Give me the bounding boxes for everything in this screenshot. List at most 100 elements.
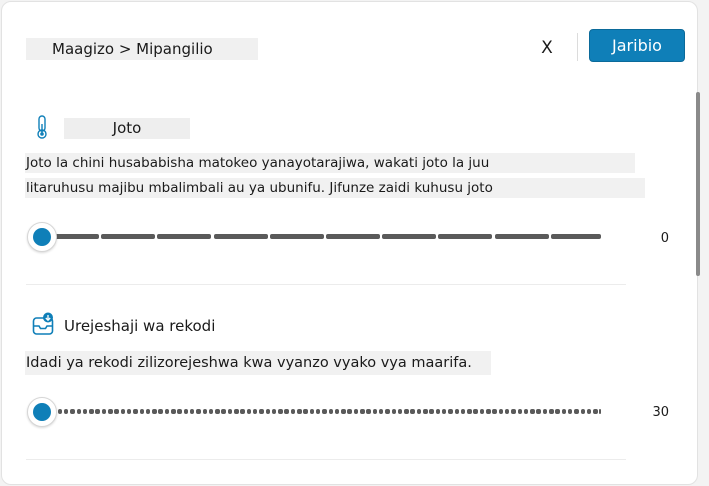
slider-track-segment <box>492 409 497 414</box>
slider-track-segment <box>382 234 437 239</box>
slider-track-segment <box>555 409 560 414</box>
slider-track-segment <box>158 409 163 414</box>
slider-track-segment <box>303 409 308 414</box>
slider-track-segment <box>322 409 327 414</box>
slider-track-segment <box>486 409 491 414</box>
slider-track-segment <box>76 409 81 414</box>
slider-track-segment <box>246 409 252 414</box>
slider-track-segment <box>108 409 113 414</box>
slider-track-segment <box>227 409 233 414</box>
records-slider[interactable] <box>27 397 602 427</box>
slider-track-segment <box>126 409 132 414</box>
slider-track-segment <box>530 409 535 414</box>
slider-track-segment <box>215 409 220 414</box>
slider-track-segment <box>441 409 447 414</box>
slider-track-segment <box>385 409 390 414</box>
slider-track-segment <box>202 409 207 414</box>
slider-track-segment <box>82 409 88 414</box>
slider-track-segment <box>549 409 554 414</box>
slider-track-segment <box>347 409 352 414</box>
slider-track-segment <box>309 409 315 414</box>
settings-panel: Maagizo > Mipangilio X Jaribio Joto Joto… <box>1 1 700 485</box>
slider-track-segment <box>164 409 170 414</box>
slider-track-segment <box>498 409 504 414</box>
slider-thumb[interactable] <box>27 397 57 427</box>
slider-track-segment <box>423 409 428 414</box>
slider-track-segment <box>114 409 119 414</box>
slider-track-segment <box>550 234 601 239</box>
slider-track-segment <box>429 409 434 414</box>
slider-track-segment <box>171 409 176 414</box>
slider-track-segment <box>561 409 567 414</box>
slider-track-segment <box>504 409 510 414</box>
slider-track-segment <box>152 409 157 414</box>
slider-track-segment <box>328 409 333 414</box>
slider-track-segment <box>297 409 302 414</box>
breadcrumb: Maagizo > Mipangilio <box>26 38 258 60</box>
slider-track-segment <box>366 409 371 414</box>
slider-thumb-dot <box>33 228 51 246</box>
slider-track-segment <box>157 234 212 239</box>
slider-track-segment <box>120 409 126 414</box>
slider-track-segment <box>574 409 579 414</box>
slider-track-segment <box>517 409 522 414</box>
records-download-icon <box>32 312 54 335</box>
slider-thumb-dot <box>33 403 51 421</box>
slider-track-segment <box>460 409 466 414</box>
slider-track-segment <box>448 409 453 414</box>
slider-track-segment <box>523 409 529 414</box>
temperature-description-line1: Joto la chini husababisha matokeo yanayo… <box>25 153 635 173</box>
temperature-title: Joto <box>64 118 190 139</box>
slider-track-segment <box>326 234 380 239</box>
slider-track-segment <box>410 409 415 414</box>
slider-track-segment <box>454 409 459 414</box>
try-button[interactable]: Jaribio <box>589 29 685 62</box>
slider-track-segment <box>252 409 258 414</box>
slider-track-segment <box>290 409 296 414</box>
slider-track-segment <box>89 409 94 414</box>
slider-track-segment <box>353 409 359 414</box>
temperature-description-line2: litaruhusu majibu mbalimbali au ya ubuni… <box>25 178 645 198</box>
slider-track-segment <box>221 409 226 414</box>
slider-track-segment <box>265 409 270 414</box>
slider-track-segment <box>240 409 245 414</box>
records-value: 30 <box>652 405 669 420</box>
slider-track-segment <box>580 409 585 414</box>
slider-track-segment <box>378 409 384 414</box>
scrollbar-thumb[interactable] <box>696 92 700 276</box>
slider-track-segment <box>467 409 472 414</box>
slider-track-segment <box>189 409 195 414</box>
slider-track-segment <box>416 409 422 414</box>
slider-track-segment <box>278 409 283 414</box>
slider-track-segment <box>259 409 264 414</box>
header-divider <box>577 33 578 61</box>
section-divider <box>26 459 626 460</box>
slider-track-segment <box>196 409 201 414</box>
slider-track-segment <box>70 409 75 414</box>
slider-track-segment <box>391 409 396 414</box>
slider-track-segment <box>586 409 592 414</box>
slider-track-segment <box>284 409 289 414</box>
slider-track-segment <box>145 409 151 414</box>
slider-track-segment <box>101 409 107 414</box>
slider-track-segment <box>133 409 138 414</box>
slider-track-segment <box>473 409 478 414</box>
slider-track-segment <box>599 409 601 414</box>
slider-track-segment <box>567 409 573 414</box>
slider-track-segment <box>593 409 598 414</box>
slider-track-segment <box>494 234 549 239</box>
slider-track-segment <box>271 409 277 414</box>
slider-track-segment <box>63 409 69 414</box>
slider-track-segment <box>536 409 541 414</box>
close-button[interactable]: X <box>533 34 561 62</box>
slider-track-segment <box>397 409 403 414</box>
slider-track-segment <box>404 409 409 414</box>
temperature-slider[interactable] <box>27 222 602 252</box>
slider-track-segment <box>315 409 321 414</box>
slider-track-segment <box>269 234 324 239</box>
slider-track-segment <box>101 234 156 239</box>
slider-track-segment <box>95 409 100 414</box>
slider-track-segment <box>511 409 516 414</box>
slider-track-segment <box>183 409 189 414</box>
slider-thumb[interactable] <box>27 222 57 252</box>
